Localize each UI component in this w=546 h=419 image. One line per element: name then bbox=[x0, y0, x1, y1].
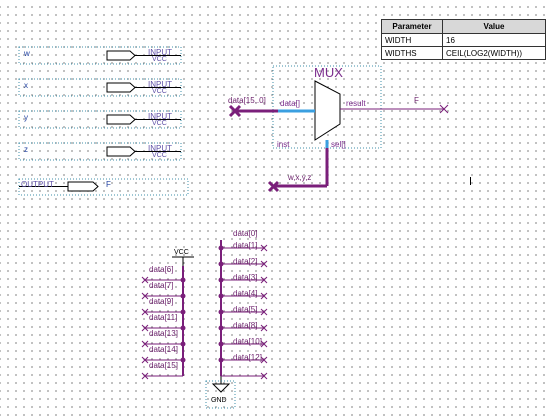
gnd-net-label: data[5] bbox=[233, 305, 258, 314]
vcc-net-label: data[14] bbox=[149, 345, 178, 354]
input-x-vcc: VCC bbox=[152, 88, 167, 95]
gnd-net-label: data[3] bbox=[233, 273, 258, 282]
vcc-net-label: data[13] bbox=[149, 329, 178, 338]
mux-title: MUX bbox=[314, 65, 343, 80]
gnd-net-label: data[12] bbox=[233, 353, 262, 362]
input-w-name: w bbox=[24, 49, 30, 58]
schematic-canvas[interactable] bbox=[0, 0, 546, 419]
data-bus-net-label: data[15..0] bbox=[228, 96, 266, 105]
param-name-cell[interactable]: WIDTHS bbox=[381, 46, 443, 60]
table-row[interactable]: WIDTHS CEIL(LOG2(WIDTH)) bbox=[381, 46, 546, 60]
mux-instance-name: inst bbox=[277, 140, 290, 149]
mux-port-data: data[] bbox=[280, 99, 301, 108]
gnd-net-label: data[10] bbox=[233, 337, 262, 346]
gnd-symbol-label: GND bbox=[211, 397, 227, 404]
vcc-symbol-label: VCC bbox=[174, 249, 189, 256]
parameter-header: Parameter bbox=[381, 19, 443, 34]
gnd-net-label: data[8] bbox=[233, 321, 258, 330]
mux-port-sel: sel[] bbox=[331, 140, 346, 149]
gnd-net-label: data[0] bbox=[233, 229, 258, 238]
gnd-net-label: data[4] bbox=[233, 289, 258, 298]
param-value-cell[interactable]: CEIL(LOG2(WIDTH)) bbox=[442, 46, 546, 60]
input-z-vcc: VCC bbox=[152, 152, 167, 159]
input-y-name: y bbox=[24, 113, 28, 122]
data-bus-wire[interactable] bbox=[228, 104, 315, 118]
input-z-name: z bbox=[24, 145, 28, 154]
mux-port-result: result bbox=[346, 99, 366, 108]
table-row[interactable]: WIDTH 16 bbox=[381, 33, 546, 47]
vcc-net-label: data[6] bbox=[149, 265, 174, 274]
gnd-net-label: data[2] bbox=[233, 257, 258, 266]
output-type: OUTPUT bbox=[21, 180, 54, 189]
gnd-net-label: data[1] bbox=[233, 241, 258, 250]
param-value-cell[interactable]: 16 bbox=[442, 33, 546, 47]
result-net-label: F bbox=[414, 96, 419, 105]
input-y-vcc: VCC bbox=[152, 120, 167, 127]
sel-net-label: w,x,y,z bbox=[288, 173, 312, 182]
vcc-net-label: data[9] bbox=[149, 297, 174, 306]
vcc-net-label: data[15] bbox=[149, 361, 178, 370]
input-w-vcc: VCC bbox=[152, 56, 167, 63]
param-name-cell[interactable]: WIDTH bbox=[381, 33, 443, 47]
output-name: F bbox=[106, 180, 111, 189]
vcc-net-label: data[11] bbox=[149, 313, 178, 322]
value-header: Value bbox=[442, 19, 546, 34]
vcc-net-label: data[7] bbox=[149, 281, 174, 290]
parameter-table[interactable]: Parameter Value WIDTH 16 WIDTHS CEIL(LOG… bbox=[381, 19, 546, 60]
input-x-name: x bbox=[24, 81, 28, 90]
